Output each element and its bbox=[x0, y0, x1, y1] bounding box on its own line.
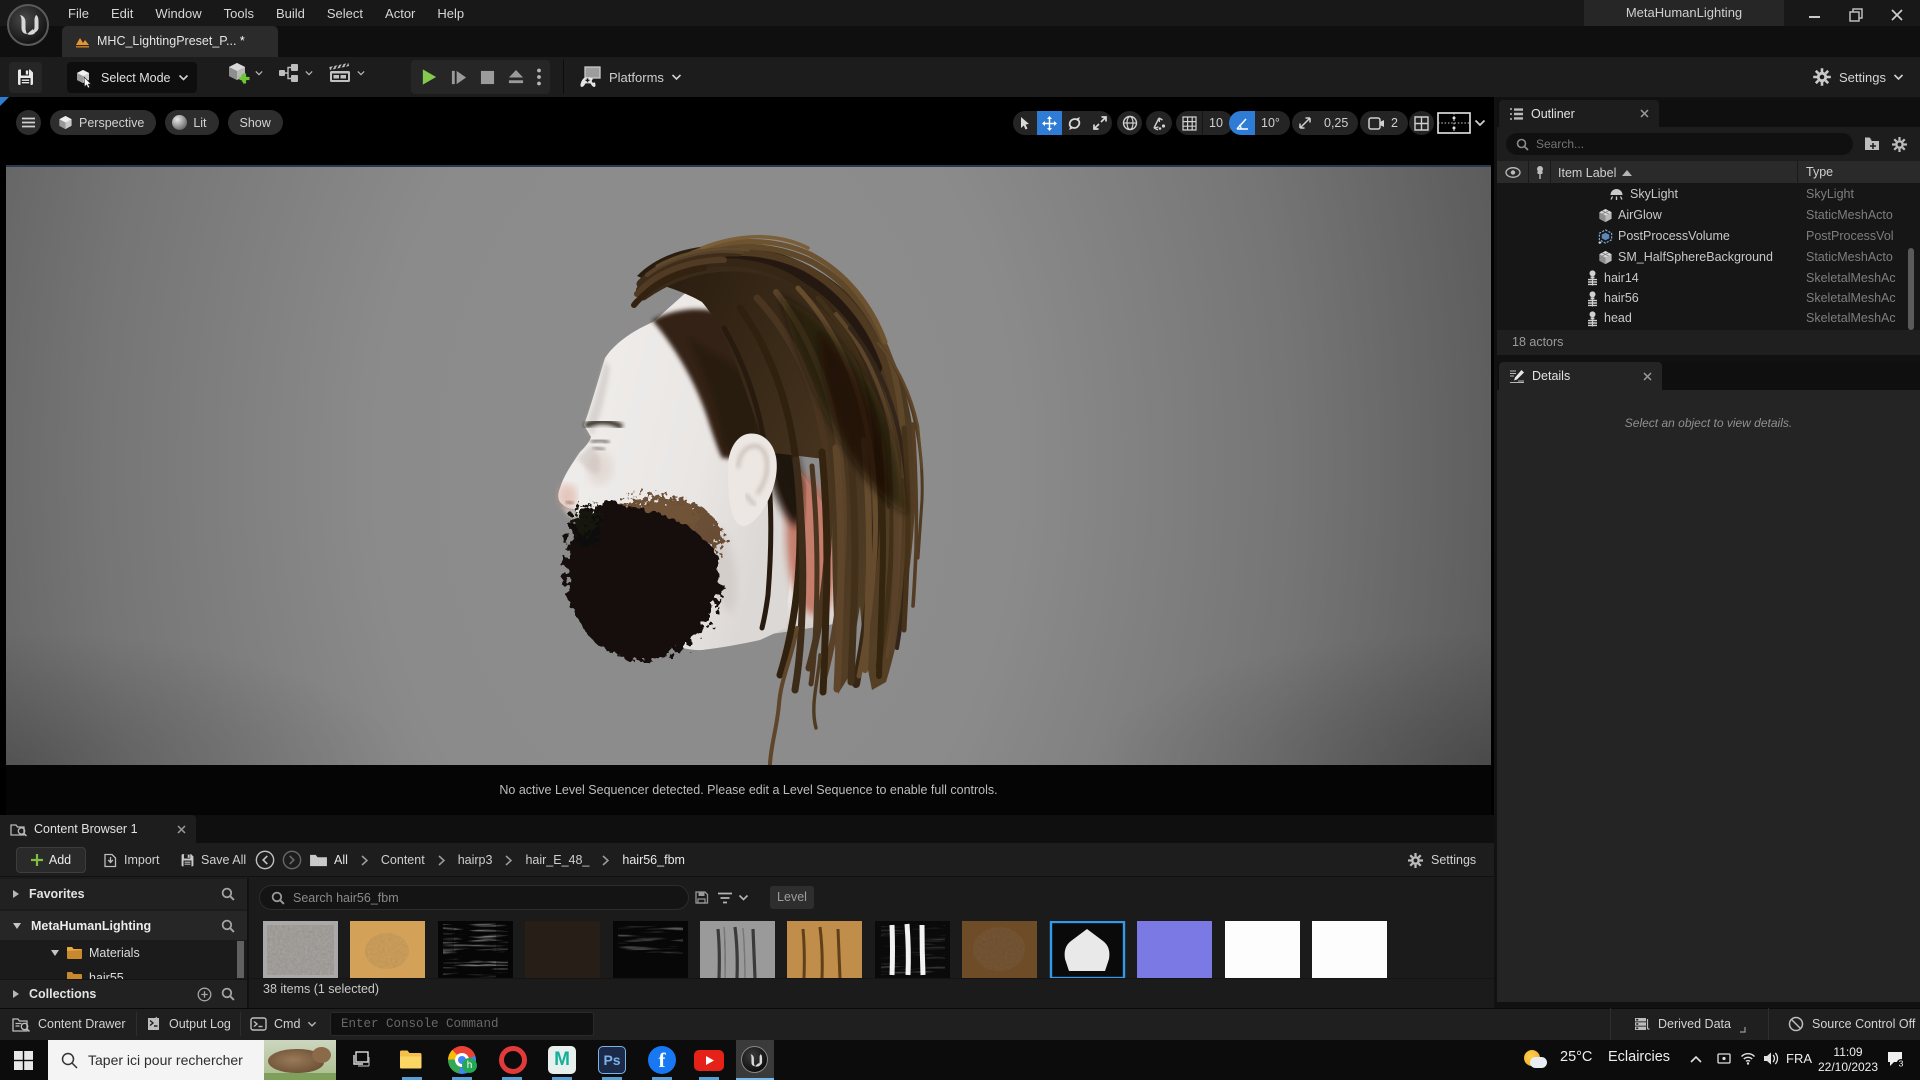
svg-text:3: 3 bbox=[1899, 1059, 1904, 1069]
